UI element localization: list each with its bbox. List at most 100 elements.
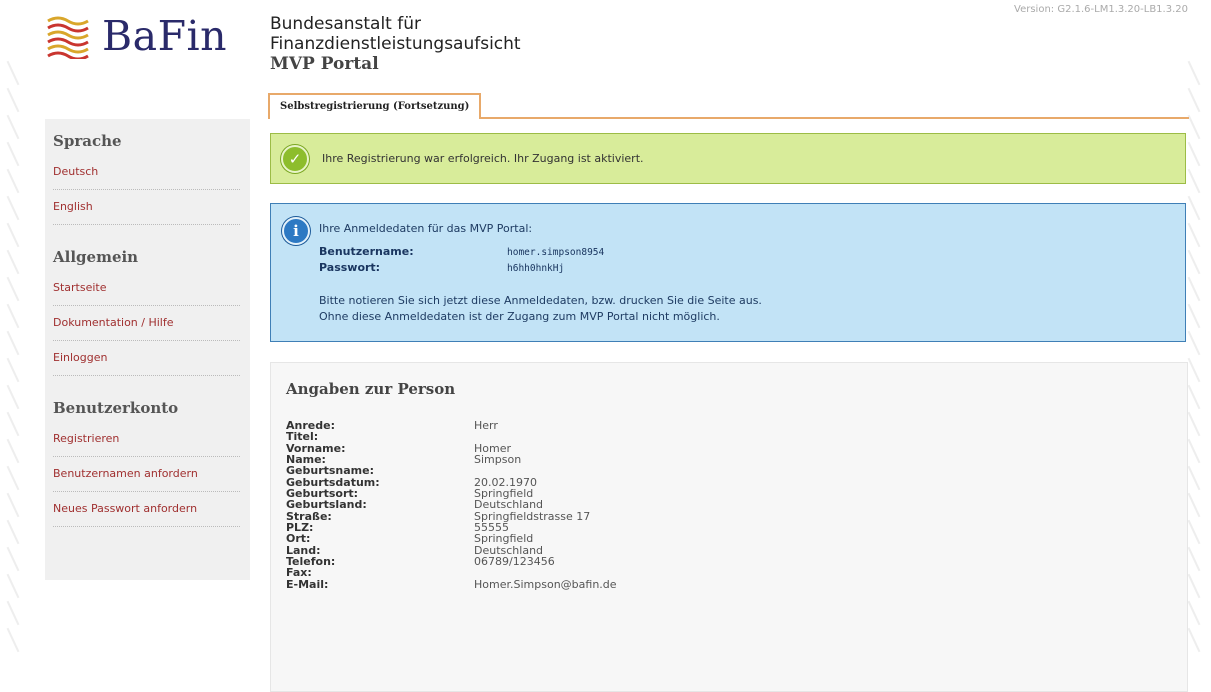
decorative-stroke	[1187, 87, 1201, 113]
decorative-stroke	[6, 573, 20, 599]
agency-line-2: Finanzdienstleistungsaufsicht	[270, 34, 521, 54]
sidebar-item-english[interactable]: English	[53, 190, 240, 225]
decorative-stroke	[1187, 330, 1201, 356]
person-detail-row: Land: Deutschland	[286, 545, 617, 556]
decorative-stroke	[1187, 195, 1201, 221]
decorative-stroke	[1187, 249, 1201, 275]
person-detail-row: PLZ: 55555	[286, 522, 617, 533]
person-detail-value: Herr	[474, 419, 498, 432]
decorative-stroke	[1187, 546, 1201, 572]
agency-title: Bundesanstalt für Finanzdienstleistungsa…	[270, 14, 521, 74]
decorative-stroke	[6, 276, 20, 302]
password-row: Passwort: h6hh0hnkHj	[319, 261, 564, 274]
success-message-box: ✓ Ihre Registrierung war erfolgreich. Ih…	[270, 133, 1186, 184]
sidebar-item-registrieren[interactable]: Registrieren	[53, 422, 240, 457]
decorative-stroke	[1187, 438, 1201, 464]
decorative-stroke	[1187, 519, 1201, 545]
person-detail-value: Homer.Simpson@bafin.de	[474, 577, 617, 591]
bafin-logo-icon	[47, 16, 89, 59]
decorative-stroke	[6, 519, 20, 545]
decorative-stroke	[1187, 114, 1201, 140]
sidebar-section-sprache: Sprache Deutsch English	[45, 119, 250, 225]
decorative-stroke	[6, 141, 20, 167]
logo-text: BaFin	[102, 12, 228, 60]
tab-bar: Selbstregistrierung (Fortsetzung)	[268, 93, 1189, 119]
decorative-stroke	[1187, 168, 1201, 194]
credentials-note: Bitte notieren Sie sich jetzt diese Anme…	[319, 293, 762, 325]
agency-line-1: Bundesanstalt für	[270, 14, 421, 34]
sidebar-item-neues-passwort[interactable]: Neues Passwort anfordern	[53, 492, 240, 527]
decorative-stroke	[6, 384, 20, 410]
decorative-stroke	[1187, 465, 1201, 491]
person-detail-label: Titel:	[286, 430, 319, 444]
decorative-strokes-left	[0, 60, 30, 660]
password-value: h6hh0hnkHj	[507, 263, 565, 274]
check-icon: ✓	[281, 144, 309, 173]
username-row: Benutzername: homer.simpson8954	[319, 245, 604, 258]
decorative-stroke	[1187, 627, 1201, 653]
sidebar: Sprache Deutsch English Allgemein Starts…	[45, 119, 250, 580]
decorative-stroke	[1187, 222, 1201, 248]
sidebar-item-einloggen[interactable]: Einloggen	[53, 341, 240, 376]
decorative-stroke	[6, 330, 20, 356]
success-message: Ihre Registrierung war erfolgreich. Ihr …	[322, 152, 644, 165]
decorative-stroke	[6, 114, 20, 140]
info-icon: i	[282, 217, 310, 245]
decorative-stroke	[6, 411, 20, 437]
decorative-stroke	[6, 627, 20, 653]
decorative-stroke	[1187, 492, 1201, 518]
decorative-stroke	[1187, 384, 1201, 410]
person-detail-label: Straße:	[286, 509, 332, 523]
decorative-stroke	[6, 249, 20, 275]
decorative-stroke	[6, 87, 20, 113]
decorative-stroke	[6, 492, 20, 518]
person-detail-row: E-Mail: Homer.Simpson@bafin.de	[286, 579, 617, 590]
decorative-stroke	[6, 222, 20, 248]
decorative-stroke	[6, 465, 20, 491]
decorative-stroke	[1187, 276, 1201, 302]
sidebar-section-benutzerkonto: Benutzerkonto Registrieren Benutzernamen…	[45, 376, 250, 527]
bafin-logo[interactable]: BaFin	[46, 12, 227, 60]
person-details-list: Anrede: Herr Titel: Vorname: Homer Name: Simps…	[286, 420, 617, 590]
sidebar-item-deutsch[interactable]: Deutsch	[53, 155, 240, 190]
person-detail-row: Titel:	[286, 431, 617, 442]
portal-title: MVP Portal	[270, 54, 379, 74]
sidebar-item-startseite[interactable]: Startseite	[53, 271, 240, 306]
decorative-stroke	[1187, 573, 1201, 599]
decorative-stroke	[6, 438, 20, 464]
sidebar-heading: Sprache	[53, 132, 122, 150]
sidebar-heading: Allgemein	[53, 248, 139, 266]
decorative-stroke	[1187, 411, 1201, 437]
sidebar-heading: Benutzerkonto	[53, 399, 179, 417]
person-detail-row: Vorname: Homer	[286, 443, 617, 454]
username-label: Benutzername:	[319, 245, 414, 258]
decorative-stroke	[6, 195, 20, 221]
person-detail-row: Anrede: Herr	[286, 420, 617, 431]
sidebar-item-benutzernamen-anfordern[interactable]: Benutzernamen anfordern	[53, 457, 240, 492]
person-detail-row: Straße: Springfieldstrasse 17	[286, 511, 617, 522]
tab-selbstregistrierung[interactable]: Selbstregistrierung (Fortsetzung)	[268, 93, 482, 119]
decorative-stroke	[1187, 303, 1201, 329]
note-line-1: Bitte notieren Sie sich jetzt diese Anme…	[319, 294, 762, 307]
sidebar-section-allgemein: Allgemein Startseite Dokumentation / Hil…	[45, 225, 250, 376]
person-detail-label: Telefon:	[286, 555, 336, 569]
person-detail-label: E-Mail:	[286, 577, 329, 591]
decorative-stroke	[1187, 600, 1201, 626]
person-detail-value: 06789/123456	[474, 555, 555, 569]
person-detail-row: Telefon: 06789/123456	[286, 556, 617, 567]
person-detail-value: Simpson	[474, 453, 522, 467]
sidebar-item-dokumentation[interactable]: Dokumentation / Hilfe	[53, 306, 240, 341]
person-detail-label: PLZ:	[286, 521, 314, 535]
decorative-stroke	[6, 303, 20, 329]
password-label: Passwort:	[319, 261, 381, 274]
note-line-2: Ohne diese Anmeldedaten ist der Zugang z…	[319, 310, 720, 323]
credentials-info-box: i Ihre Anmeldedaten für das MVP Portal: …	[270, 203, 1186, 342]
decorative-stroke	[1187, 357, 1201, 383]
decorative-stroke	[6, 357, 20, 383]
decorative-stroke	[6, 168, 20, 194]
person-details-panel: Angaben zur Person Anrede: Herr Titel: Vorn…	[270, 362, 1188, 692]
credentials-intro: Ihre Anmeldedaten für das MVP Portal:	[319, 222, 533, 235]
decorative-stroke	[6, 60, 20, 86]
decorative-stroke	[1187, 60, 1201, 86]
username-value: homer.simpson8954	[507, 247, 605, 258]
